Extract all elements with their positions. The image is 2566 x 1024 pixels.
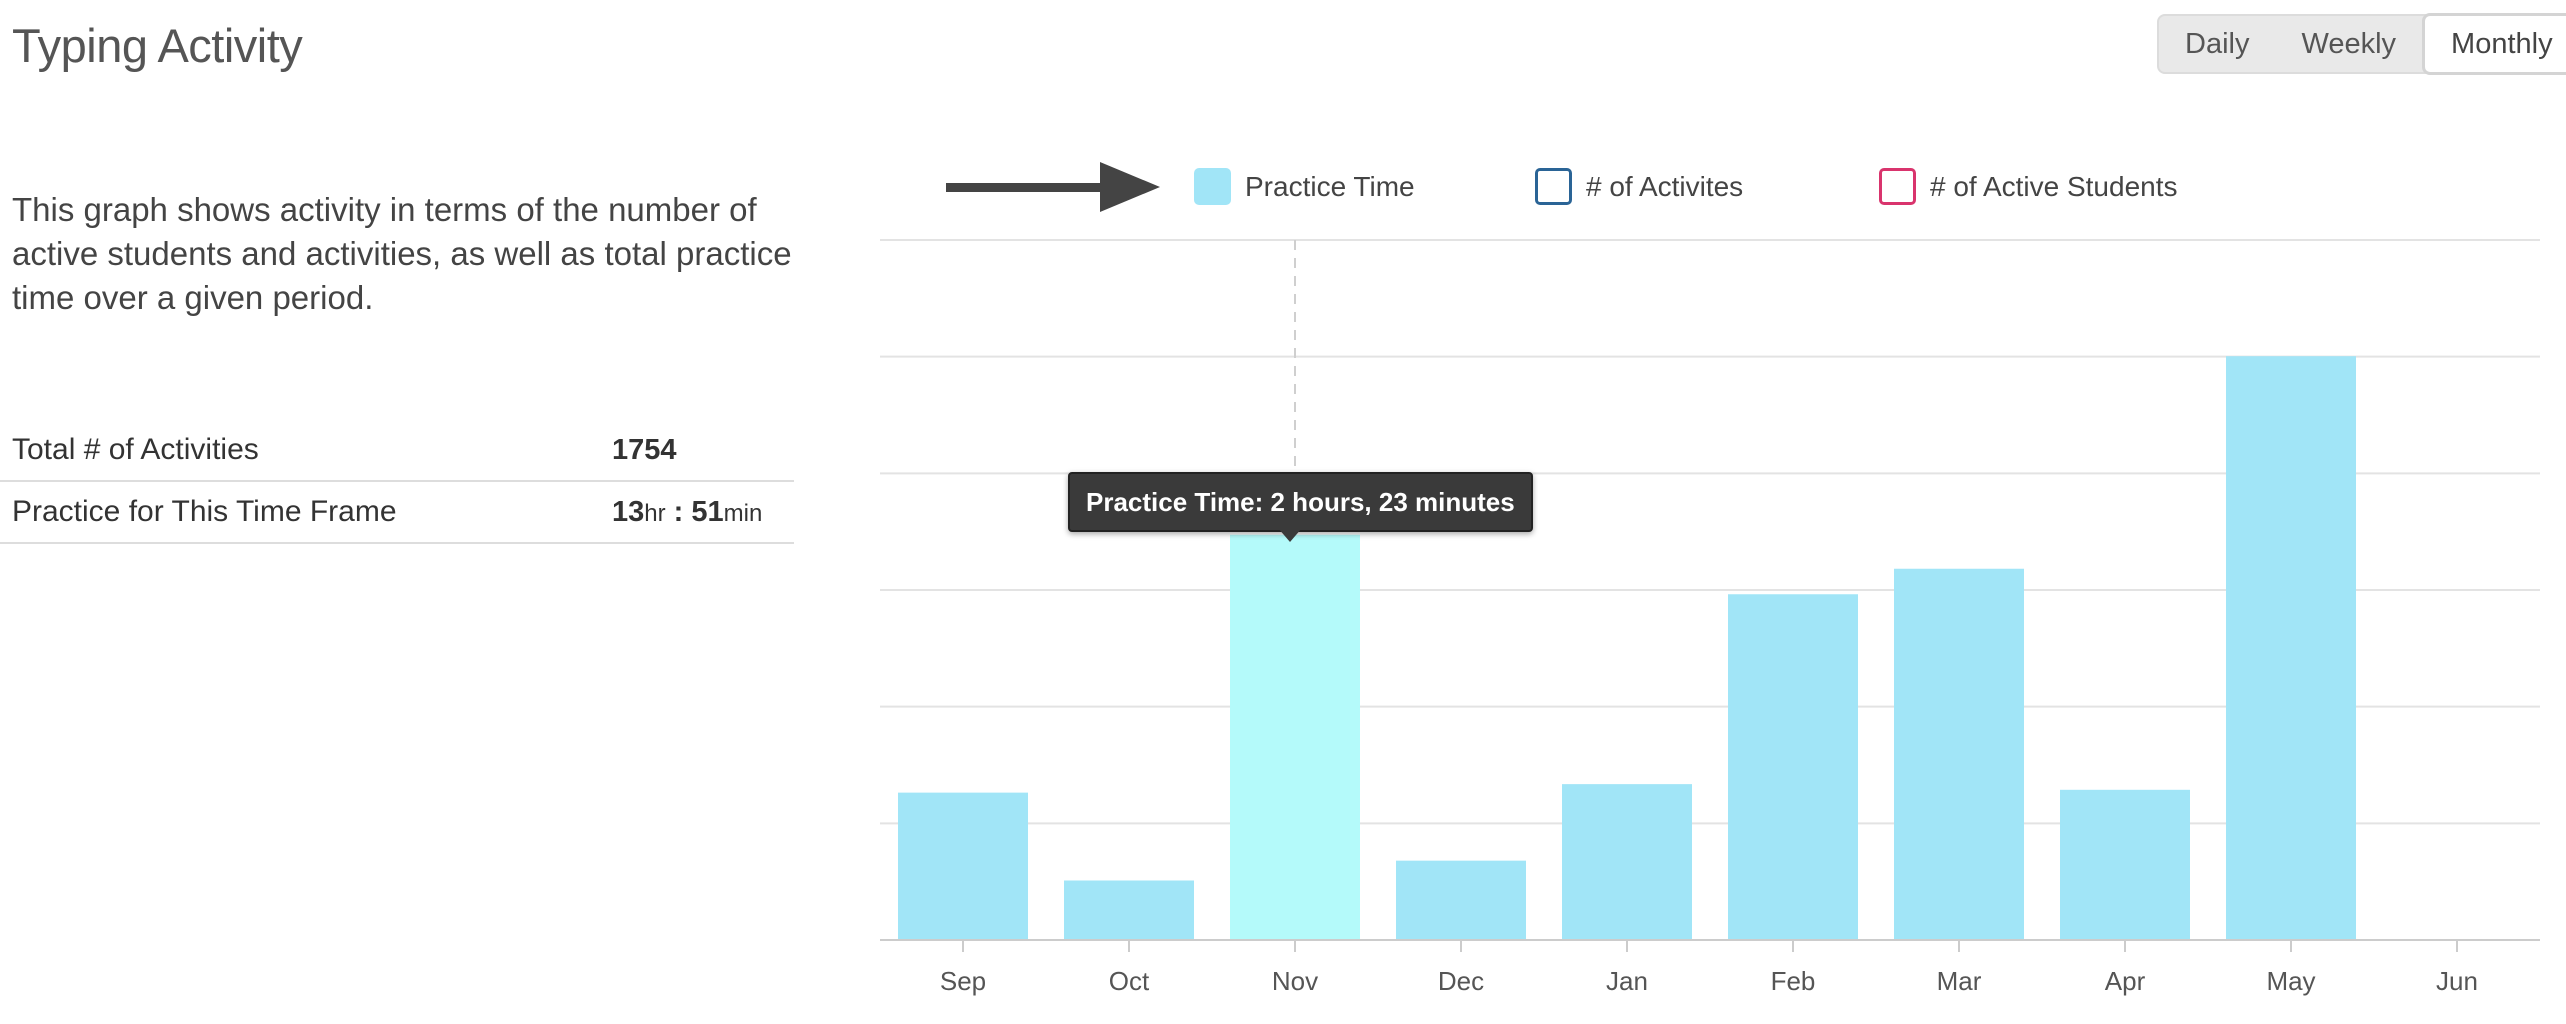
bar-apr[interactable]	[2060, 789, 2190, 940]
x-axis: Sep Oct Nov Dec Jan Feb Mar Apr May Jun	[880, 939, 2540, 996]
bar-nov[interactable]	[1230, 534, 1360, 940]
x-tick-label-apr: Apr	[2105, 966, 2146, 996]
chart-tooltip: Practice Time: 2 hours, 23 minutes	[1068, 472, 1533, 532]
x-tick-label-mar: Mar	[1937, 966, 1982, 996]
x-tick-label-nov: Nov	[1272, 966, 1318, 996]
x-tick-label-feb: Feb	[1771, 966, 1816, 996]
x-tick-label-jun: Jun	[2436, 966, 2478, 996]
bar-oct[interactable]	[1064, 880, 1194, 940]
bar-may[interactable]	[2226, 356, 2356, 940]
bar-dec[interactable]	[1396, 860, 1526, 940]
bar-jan[interactable]	[1562, 784, 1692, 940]
x-tick-label-sep: Sep	[940, 966, 986, 996]
x-tick-label-dec: Dec	[1438, 966, 1484, 996]
bars	[898, 356, 2356, 940]
tooltip-caret	[1278, 528, 1302, 542]
x-tick-label-may: May	[2266, 966, 2315, 996]
bar-sep[interactable]	[898, 792, 1028, 940]
bar-feb[interactable]	[1728, 594, 1858, 940]
bar-mar[interactable]	[1894, 568, 2024, 940]
x-tick-label-oct: Oct	[1109, 966, 1150, 996]
x-tick-label-jan: Jan	[1606, 966, 1648, 996]
